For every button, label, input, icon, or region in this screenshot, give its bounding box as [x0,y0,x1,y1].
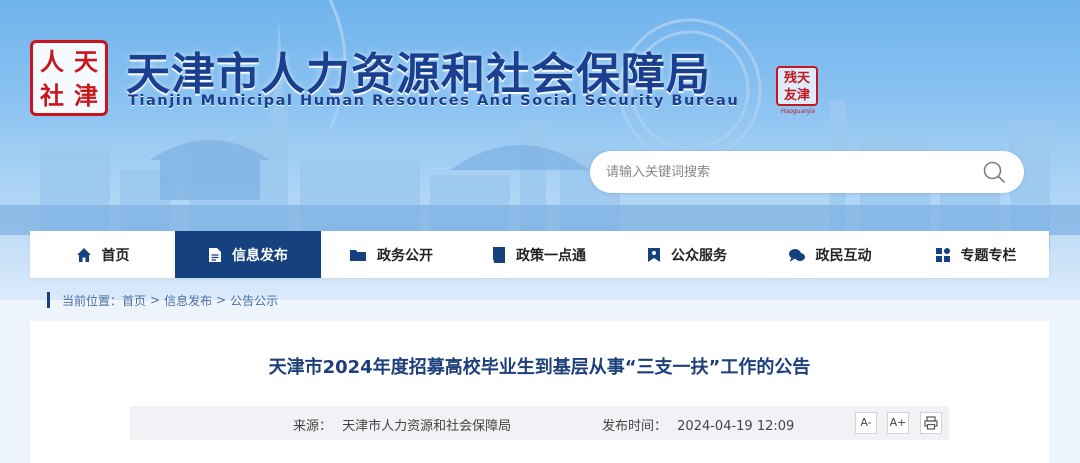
article-title: 天津市2024年度招募高校毕业生到基层从事“三支一扶”工作的公告 [268,357,811,378]
bookmark-icon [648,247,660,262]
nav-item-info-release[interactable]: 信息发布 [175,231,321,278]
stamp-text-line: 残天 [783,71,810,86]
breadcrumb: 当前位置： 首页 > 信息发布 > 公告公示 [47,292,278,308]
source-label: 来源： [293,419,333,434]
logo-char: 天 [74,47,98,76]
source-value: 天津市人力资源和社会保障局 [342,419,512,434]
stamp-text-line: 友津 [783,88,810,103]
nav-label: 首页 [101,247,130,264]
font-decrease-button[interactable]: A- [855,412,877,434]
nav-label: 公众服务 [671,247,727,264]
grid-icon [935,247,950,262]
search-box [590,151,1024,193]
breadcrumb-separator: > [150,293,161,307]
bureau-logo-seal: 人 天 社 津 [30,40,108,116]
breadcrumb-link-announcements[interactable]: 公告公示 [230,292,278,309]
folder-icon [350,249,366,261]
logo-char: 社 [40,81,64,110]
breadcrumb-separator: > [216,293,227,307]
nav-item-public-service[interactable]: 公众服务 [617,231,757,278]
nav-item-home[interactable]: 首页 [30,231,175,278]
logo-char: 津 [74,81,98,110]
stamp-caption: Haoguanjia [781,108,815,115]
article-publish-time: 发布时间： 2024-04-19 12:09 [602,415,794,434]
article-panel: 天津市2024年度招募高校毕业生到基层从事“三支一扶”工作的公告 来源： 天津市… [30,321,1049,463]
article-meta-bar: 来源： 天津市人力资源和社会保障局 发布时间： 2024-04-19 12:09… [130,406,949,440]
date-label: 发布时间： [602,419,668,434]
main-navigation: 首页 信息发布 政务公开 政策一点通 公众服务 政民互动 专题专栏 [30,231,1049,278]
nav-label: 信息发布 [232,247,288,264]
print-icon [924,416,938,430]
home-icon [76,247,91,262]
nav-label: 政民互动 [815,247,872,264]
font-increase-button[interactable]: A+ [887,412,909,434]
article-source: 来源： 天津市人力资源和社会保障局 [293,415,511,434]
accessibility-stamp[interactable]: 残天 友津 [776,66,818,106]
chat-icon [788,248,805,262]
print-button[interactable] [920,412,942,434]
breadcrumb-link-home[interactable]: 首页 [122,292,146,309]
breadcrumb-link-info-release[interactable]: 信息发布 [164,292,212,309]
site-subtitle: Tianjin Municipal Human Resources And So… [128,92,740,109]
nav-label: 专题专栏 [960,247,1017,264]
document-icon [209,247,221,262]
nav-item-special-topics[interactable]: 专题专栏 [902,231,1049,278]
nav-label: 政务公开 [377,247,433,264]
date-value: 2024-04-19 12:09 [677,419,795,434]
search-input[interactable] [606,161,966,183]
book-icon [493,246,505,263]
search-icon[interactable] [982,160,1006,184]
nav-item-policy[interactable]: 政策一点通 [461,231,617,278]
logo-char: 人 [40,47,64,76]
nav-item-government-affairs[interactable]: 政务公开 [321,231,461,278]
nav-item-interaction[interactable]: 政民互动 [757,231,902,278]
nav-label: 政策一点通 [516,247,586,264]
breadcrumb-marker [47,292,50,308]
breadcrumb-prefix: 当前位置： [62,293,123,308]
